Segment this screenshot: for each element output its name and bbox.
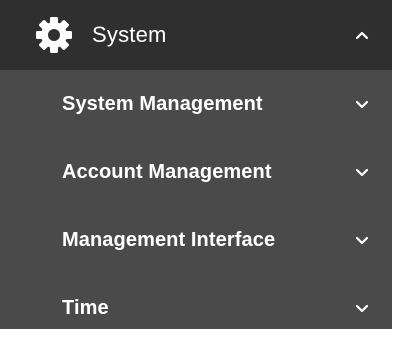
page-background-edge	[392, 0, 399, 329]
menu-item-time[interactable]: Time	[0, 274, 392, 342]
menu-item-label: System Management	[62, 92, 263, 115]
menu-item-management-interface[interactable]: Management Interface	[0, 206, 392, 274]
system-submenu: System Management Account Management Man…	[0, 70, 392, 342]
chevron-down-icon[interactable]	[352, 162, 372, 182]
nav-section-label: System	[92, 22, 167, 47]
chevron-down-icon[interactable]	[352, 94, 372, 114]
menu-item-label: Account Management	[62, 160, 272, 183]
menu-item-system-management[interactable]: System Management	[0, 70, 392, 138]
nav-section-system[interactable]: System	[0, 0, 392, 70]
chevron-down-icon[interactable]	[352, 230, 372, 250]
chevron-up-icon[interactable]	[352, 25, 372, 45]
chevron-down-icon[interactable]	[352, 298, 372, 318]
menu-item-label: Management Interface	[62, 228, 276, 251]
gear-icon	[33, 14, 75, 56]
menu-item-account-management[interactable]: Account Management	[0, 138, 392, 206]
menu-item-label: Time	[62, 296, 109, 319]
sidebar-nav: System System Management Account Managem…	[0, 0, 392, 329]
